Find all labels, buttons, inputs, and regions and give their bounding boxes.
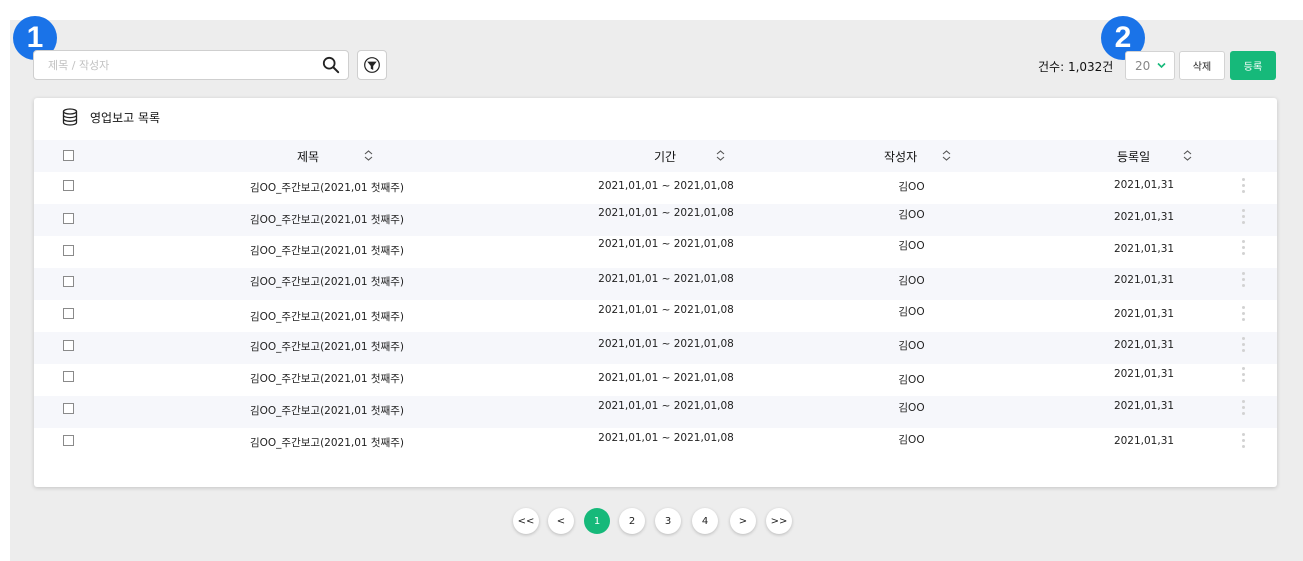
cell-title[interactable]: 김OO_주간보고(2021,01 첫째주) [247, 371, 407, 386]
table-row[interactable]: 김OO_주간보고(2021,01 첫째주) 2021,01,01 ~ 2021,… [34, 396, 1277, 428]
cell-author: 김OO [898, 240, 925, 252]
cell-date: 2021,01,31 [1113, 435, 1175, 447]
cell-author: 김OO [898, 181, 925, 193]
more-vertical-icon[interactable] [1241, 400, 1245, 416]
cell-date: 2021,01,31 [1113, 243, 1175, 255]
search-box [33, 50, 349, 80]
cell-title[interactable]: 김OO_주간보고(2021,01 첫째주) [247, 243, 407, 258]
row-checkbox[interactable] [63, 403, 74, 414]
cell-author: 김OO [898, 402, 925, 414]
cell-author: 김OO [898, 306, 925, 318]
total-count-label: 건수: 1,032건 [1038, 60, 1114, 74]
cell-title[interactable]: 김OO_주간보고(2021,01 첫째주) [247, 403, 407, 418]
table-row[interactable]: 김OO_주간보고(2021,01 첫째주) 2021,01,01 ~ 2021,… [34, 236, 1277, 268]
more-vertical-icon[interactable] [1241, 433, 1245, 449]
database-icon [62, 108, 78, 126]
table-header: 제목 기간 작성자 등록일 [34, 140, 1277, 172]
cell-date: 2021,01,31 [1113, 308, 1175, 320]
row-checkbox[interactable] [63, 276, 74, 287]
cell-title[interactable]: 김OO_주간보고(2021,01 첫째주) [247, 180, 407, 195]
more-vertical-icon[interactable] [1241, 209, 1245, 225]
cell-period: 2021,01,01 ~ 2021,01,08 [598, 180, 734, 192]
cell-date: 2021,01,31 [1113, 400, 1175, 412]
page-size-value: 20 [1135, 58, 1151, 73]
filter-button[interactable] [357, 50, 387, 80]
cell-author: 김OO [898, 434, 925, 446]
select-all-checkbox[interactable] [63, 150, 74, 161]
cell-author: 김OO [898, 209, 925, 221]
cell-date: 2021,01,31 [1113, 179, 1175, 191]
cell-title[interactable]: 김OO_주간보고(2021,01 첫째주) [247, 309, 407, 324]
row-checkbox[interactable] [63, 213, 74, 224]
cell-period: 2021,01,01 ~ 2021,01,08 [598, 207, 734, 219]
cell-author: 김OO [898, 374, 925, 386]
cell-date: 2021,01,31 [1113, 339, 1175, 351]
search-input[interactable] [34, 51, 314, 79]
row-checkbox[interactable] [63, 245, 74, 256]
card-header: 영업보고 목록 [62, 108, 160, 126]
delete-button[interactable]: 삭제 [1179, 51, 1225, 80]
table-row[interactable]: 김OO_주간보고(2021,01 첫째주) 2021,01,01 ~ 2021,… [34, 428, 1277, 460]
row-checkbox[interactable] [63, 308, 74, 319]
page-button-4[interactable]: 4 [692, 508, 718, 534]
more-vertical-icon[interactable] [1241, 178, 1245, 194]
register-button[interactable]: 등록 [1230, 51, 1276, 80]
table-row[interactable]: 김OO_주간보고(2021,01 첫째주) 2021,01,01 ~ 2021,… [34, 172, 1277, 204]
row-checkbox[interactable] [63, 371, 74, 382]
table-row[interactable]: 김OO_주간보고(2021,01 첫째주) 2021,01,01 ~ 2021,… [34, 204, 1277, 236]
search-icon[interactable] [322, 56, 340, 74]
more-vertical-icon[interactable] [1241, 306, 1245, 322]
page-button-1[interactable]: 1 [584, 508, 610, 534]
cell-period: 2021,01,01 ~ 2021,01,08 [598, 338, 734, 350]
row-checkbox[interactable] [63, 340, 74, 351]
more-vertical-icon[interactable] [1241, 367, 1245, 383]
sort-icon[interactable] [716, 150, 725, 161]
column-header-author[interactable]: 작성자 [884, 148, 917, 165]
sort-icon[interactable] [1183, 150, 1192, 161]
cell-period: 2021,01,01 ~ 2021,01,08 [598, 238, 734, 250]
cell-title[interactable]: 김OO_주간보고(2021,01 첫째주) [247, 435, 407, 450]
cell-date: 2021,01,31 [1113, 274, 1175, 286]
cell-author: 김OO [898, 340, 925, 352]
last-page-button[interactable]: >> [766, 508, 792, 534]
column-header-date[interactable]: 등록일 [1117, 148, 1150, 165]
cell-period: 2021,01,01 ~ 2021,01,08 [598, 400, 734, 412]
page-button-2[interactable]: 2 [619, 508, 645, 534]
chevron-down-icon [1157, 62, 1166, 69]
report-list-card: 영업보고 목록 제목 기간 작성자 등록일 김OO_주간보고(2021,01 첫… [34, 98, 1277, 487]
cell-author: 김OO [898, 275, 925, 287]
cell-period: 2021,01,01 ~ 2021,01,08 [598, 372, 734, 384]
cell-title[interactable]: 김OO_주간보고(2021,01 첫째주) [247, 212, 407, 227]
page-button-3[interactable]: 3 [655, 508, 681, 534]
page-size-select[interactable]: 20 [1125, 51, 1175, 80]
column-header-title[interactable]: 제목 [297, 148, 319, 165]
table-row[interactable]: 김OO_주간보고(2021,01 첫째주) 2021,01,01 ~ 2021,… [34, 268, 1277, 300]
more-vertical-icon[interactable] [1241, 240, 1245, 256]
filter-icon [364, 57, 380, 73]
prev-page-button[interactable]: < [548, 508, 574, 534]
cell-period: 2021,01,01 ~ 2021,01,08 [598, 432, 734, 444]
cell-period: 2021,01,01 ~ 2021,01,08 [598, 273, 734, 285]
cell-title[interactable]: 김OO_주간보고(2021,01 첫째주) [247, 274, 407, 289]
row-checkbox[interactable] [63, 435, 74, 446]
sort-icon[interactable] [942, 150, 951, 161]
cell-period: 2021,01,01 ~ 2021,01,08 [598, 304, 734, 316]
row-checkbox[interactable] [63, 180, 74, 191]
next-page-button[interactable]: > [730, 508, 756, 534]
first-page-button[interactable]: << [513, 508, 539, 534]
more-vertical-icon[interactable] [1241, 337, 1245, 353]
table-row[interactable]: 김OO_주간보고(2021,01 첫째주) 2021,01,01 ~ 2021,… [34, 364, 1277, 396]
sort-icon[interactable] [364, 150, 373, 161]
cell-date: 2021,01,31 [1113, 368, 1175, 380]
card-title: 영업보고 목록 [90, 110, 161, 125]
column-header-period[interactable]: 기간 [654, 148, 676, 165]
table-row[interactable]: 김OO_주간보고(2021,01 첫째주) 2021,01,01 ~ 2021,… [34, 332, 1277, 364]
cell-date: 2021,01,31 [1113, 211, 1175, 223]
table-row[interactable]: 김OO_주간보고(2021,01 첫째주) 2021,01,01 ~ 2021,… [34, 300, 1277, 332]
more-vertical-icon[interactable] [1241, 272, 1245, 288]
pagination: << < 1 2 3 4 > >> [0, 508, 1303, 534]
cell-title[interactable]: 김OO_주간보고(2021,01 첫째주) [247, 339, 407, 354]
